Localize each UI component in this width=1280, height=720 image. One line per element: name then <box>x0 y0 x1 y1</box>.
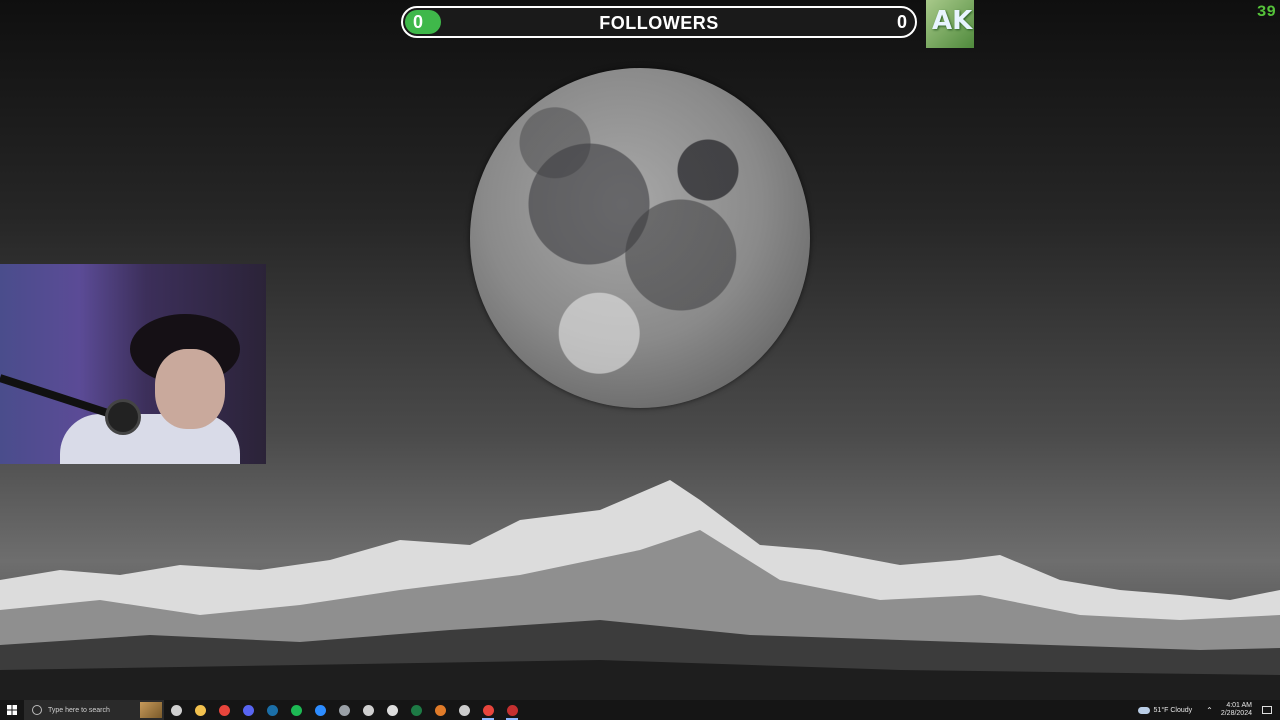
cloud-icon <box>1137 706 1150 714</box>
steam-icon <box>266 704 278 716</box>
taskbar-app-button[interactable] <box>284 700 308 720</box>
clock-date: 2/28/2024 <box>1220 710 1252 717</box>
follower-goal: 0 <box>896 12 907 32</box>
weather-widget[interactable]: 51°F Cloudy <box>1137 706 1193 714</box>
windows-icon <box>7 705 17 715</box>
file-explorer-icon <box>194 704 206 716</box>
pinned-apps <box>164 700 524 720</box>
taskbar-app-button[interactable] <box>404 700 428 720</box>
system-tray: 51°F Cloudy ⌃ 4:01 AM 2/28/2024 <box>1137 700 1280 720</box>
logo-text: AK <box>932 6 973 36</box>
taskbar-app-button[interactable] <box>476 700 500 720</box>
search-placeholder: Type here to search <box>48 706 110 714</box>
app-icon <box>338 704 350 716</box>
follower-goal-bar: 0 FOLLOWERS 0 <box>401 6 917 38</box>
taskbar-search-box[interactable]: Type here to search <box>24 700 164 720</box>
back-app-icon <box>362 704 374 716</box>
weather-text: 51°F Cloudy <box>1153 706 1193 714</box>
taskbar-app-button[interactable] <box>188 700 212 720</box>
taskbar-app-button[interactable] <box>308 700 332 720</box>
chrome-icon <box>482 704 494 716</box>
taskbar-app-button[interactable] <box>500 700 524 720</box>
task-view-icon <box>170 704 182 716</box>
obs-icon <box>506 704 518 716</box>
webcam-person-body <box>60 414 240 464</box>
chevron-up-icon[interactable]: ⌃ <box>1206 706 1213 715</box>
taskbar-app-button[interactable] <box>428 700 452 720</box>
taskbar-app-button[interactable] <box>380 700 404 720</box>
microphone <box>105 399 141 435</box>
chrome-icon <box>218 704 230 716</box>
clock[interactable]: 4:01 AM 2/28/2024 <box>1221 702 1252 718</box>
taskbar-app-button[interactable] <box>332 700 356 720</box>
taskbar-app-button[interactable] <box>260 700 284 720</box>
start-button[interactable] <box>0 700 24 720</box>
webcam-feed <box>0 264 266 464</box>
discord-icon <box>242 704 254 716</box>
mountain-range-image <box>0 480 1280 700</box>
follower-label: FOLLOWERS <box>599 13 719 33</box>
webcam-person-face <box>155 349 225 429</box>
clock-time: 4:01 AM <box>1226 702 1252 709</box>
search-icon <box>32 705 42 715</box>
excel-icon <box>410 704 422 716</box>
taskbar-app-button[interactable] <box>356 700 380 720</box>
game-icon <box>434 704 446 716</box>
spotify-icon <box>290 704 302 716</box>
taskbar-app-button[interactable] <box>164 700 188 720</box>
channel-logo: AK <box>926 0 974 48</box>
taskbar: Type here to search 51°F Cloudy ⌃ 4:01 A… <box>0 700 1280 720</box>
zoom-icon <box>314 704 326 716</box>
fps-counter: 39 <box>1256 3 1276 21</box>
epic-games-icon <box>386 704 398 716</box>
moon-image <box>470 68 810 408</box>
search-highlight-image <box>140 702 162 718</box>
unity-icon <box>458 704 470 716</box>
notification-icon[interactable] <box>1262 706 1272 714</box>
taskbar-app-button[interactable] <box>452 700 476 720</box>
taskbar-app-button[interactable] <box>236 700 260 720</box>
taskbar-app-button[interactable] <box>212 700 236 720</box>
